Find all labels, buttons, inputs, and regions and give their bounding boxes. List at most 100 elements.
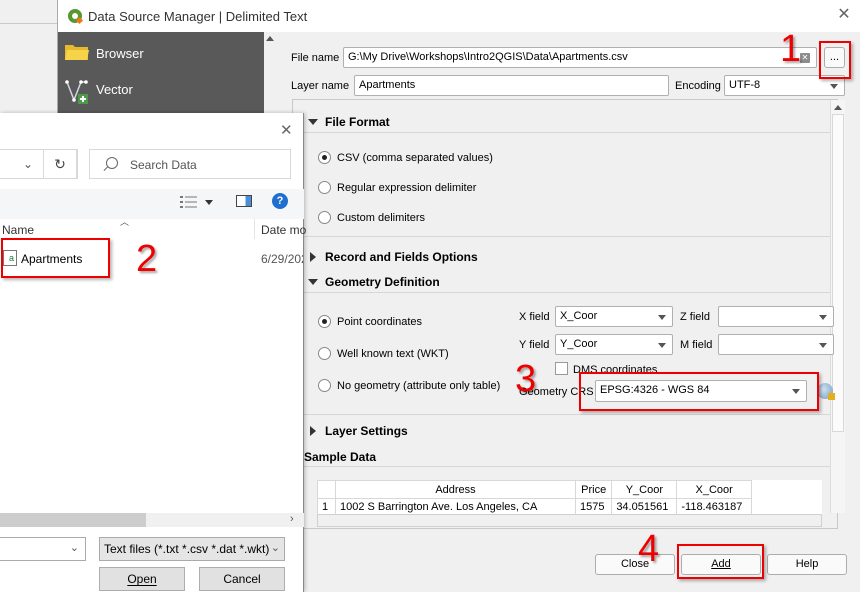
clear-icon[interactable]: ✕ [800, 53, 810, 63]
column-header[interactable]: X_Coor [676, 480, 752, 499]
encoding-label: Encoding [675, 80, 721, 92]
radio-regex[interactable] [318, 181, 331, 194]
m-field-select[interactable] [718, 334, 834, 355]
file-toolbar [0, 189, 304, 219]
annotation-step-3: 3 [515, 358, 537, 400]
close-icon[interactable]: ✕ [280, 121, 293, 139]
chevron-down-icon: ⌄ [23, 157, 34, 171]
column-header-date[interactable]: Date mo [261, 223, 306, 237]
radio-point[interactable] [318, 315, 331, 328]
geometry-heading[interactable]: Geometry Definition [325, 275, 440, 289]
file-type-value: Text files (*.txt *.csv *.dat *.wkt) [104, 542, 270, 556]
radio-point-label: Point coordinates [337, 316, 422, 328]
annotation-step-2: 2 [136, 238, 158, 280]
expand-icon[interactable] [308, 119, 318, 125]
encoding-value: UTF-8 [729, 79, 761, 91]
preview-pane-icon[interactable] [236, 195, 252, 207]
sidebar-item-vector[interactable]: Vector [62, 70, 262, 104]
chevron-down-icon [819, 343, 827, 348]
divider [304, 132, 830, 133]
layer-name-input[interactable]: Apartments [354, 75, 669, 96]
sample-data-heading: Sample Data [304, 450, 377, 464]
file-name-combo[interactable]: ⌄ [0, 537, 86, 561]
annotation-step-1: 1 [780, 28, 802, 70]
layer-settings-heading[interactable]: Layer Settings [325, 424, 408, 438]
close-icon[interactable]: ✕ [835, 6, 853, 24]
scroll-right-icon[interactable]: › [290, 513, 294, 525]
table-header-row: Address Price Y_Coor X_Coor [317, 480, 822, 499]
z-field-label: Z field [680, 311, 710, 323]
column-header[interactable]: Price [574, 480, 613, 499]
y-field-select[interactable]: Y_Coor [555, 334, 673, 355]
dms-checkbox[interactable] [555, 362, 568, 375]
sort-ascending-icon: ︿ [120, 217, 130, 227]
sidebar-item-browser[interactable]: Browser [62, 34, 262, 66]
layer-name-label: Layer name [291, 80, 350, 92]
m-field-label: M field [680, 339, 713, 351]
file-date: 6/29/202 [261, 252, 303, 266]
view-options-icon[interactable] [180, 195, 198, 209]
radio-regex-label: Regular expression delimiter [337, 182, 477, 194]
radio-wkt[interactable] [318, 347, 331, 360]
horizontal-scrollbar[interactable]: › [0, 513, 304, 527]
row-index-header [317, 480, 336, 499]
file-type-select[interactable]: Text files (*.txt *.csv *.dat *.wkt) ⌄ [99, 537, 285, 561]
x-field-value: X_Coor [560, 310, 598, 322]
collapse-icon[interactable] [310, 426, 316, 436]
sidebar-item-label: Browser [96, 46, 144, 61]
search-input[interactable]: Search Data [89, 149, 291, 179]
column-header[interactable]: Address [335, 480, 576, 499]
search-icon [106, 157, 118, 169]
file-name-label: File name [291, 52, 340, 64]
divider [304, 292, 830, 293]
x-field-select[interactable]: X_Coor [555, 306, 673, 327]
z-field-select[interactable] [718, 306, 834, 327]
qgis-logo-icon [68, 9, 82, 23]
open-button[interactable]: Open [99, 567, 185, 591]
annotation-box-1 [819, 41, 851, 79]
annotation-box-3 [579, 372, 819, 411]
help-button[interactable]: Help [767, 554, 847, 575]
help-icon[interactable]: ? [272, 193, 288, 209]
table-cell: 34.051561 [611, 498, 678, 515]
folder-icon [65, 45, 89, 60]
column-header-name[interactable]: Name [2, 223, 34, 237]
scroll-thumb[interactable] [0, 513, 146, 527]
radio-wkt-label: Well known text (WKT) [337, 348, 449, 360]
radio-csv[interactable] [318, 151, 331, 164]
chevron-down-icon [830, 84, 838, 89]
cancel-button[interactable]: Cancel [199, 567, 285, 591]
sidebar-item-label: Vector [96, 82, 133, 97]
file-format-heading[interactable]: File Format [325, 115, 390, 129]
refresh-icon: ↻ [54, 156, 66, 172]
file-open-dialog: ✕ ⌄ ↻ Search Data ? ︿ Name Date mo Apart… [0, 113, 306, 592]
file-name-input[interactable]: G:\My Drive\Workshops\Intro2QGIS\Data\Ap… [343, 47, 817, 68]
expand-icon[interactable] [308, 279, 318, 285]
column-separator[interactable] [254, 219, 255, 239]
y-field-label: Y field [519, 339, 550, 351]
collapse-icon[interactable] [310, 252, 316, 262]
annotation-box-4 [677, 544, 764, 579]
annotation-step-4: 4 [638, 528, 660, 570]
radio-no-geometry[interactable] [318, 379, 331, 392]
crs-selector-icon[interactable] [817, 383, 835, 400]
table-cell: 1575 [574, 498, 613, 515]
x-field-label: X field [519, 311, 550, 323]
close-button[interactable]: Close [595, 554, 675, 575]
chevron-down-icon [658, 315, 666, 320]
table-cell: -118.463187 [676, 498, 752, 515]
table-hscrollbar[interactable] [317, 514, 822, 527]
record-fields-heading[interactable]: Record and Fields Options [325, 250, 478, 264]
column-header[interactable]: Y_Coor [611, 480, 678, 499]
annotation-box-2 [1, 238, 110, 278]
row-index: 1 [317, 498, 336, 515]
radio-custom[interactable] [318, 211, 331, 224]
radio-no-geometry-label: No geometry (attribute only table) [337, 380, 501, 392]
divider [304, 414, 830, 415]
divider [304, 466, 830, 467]
refresh-button[interactable]: ↻ [43, 149, 77, 179]
divider [304, 236, 830, 237]
view-dropdown-icon[interactable] [205, 200, 213, 205]
y-field-value: Y_Coor [560, 338, 598, 350]
radio-custom-label: Custom delimiters [337, 212, 426, 224]
